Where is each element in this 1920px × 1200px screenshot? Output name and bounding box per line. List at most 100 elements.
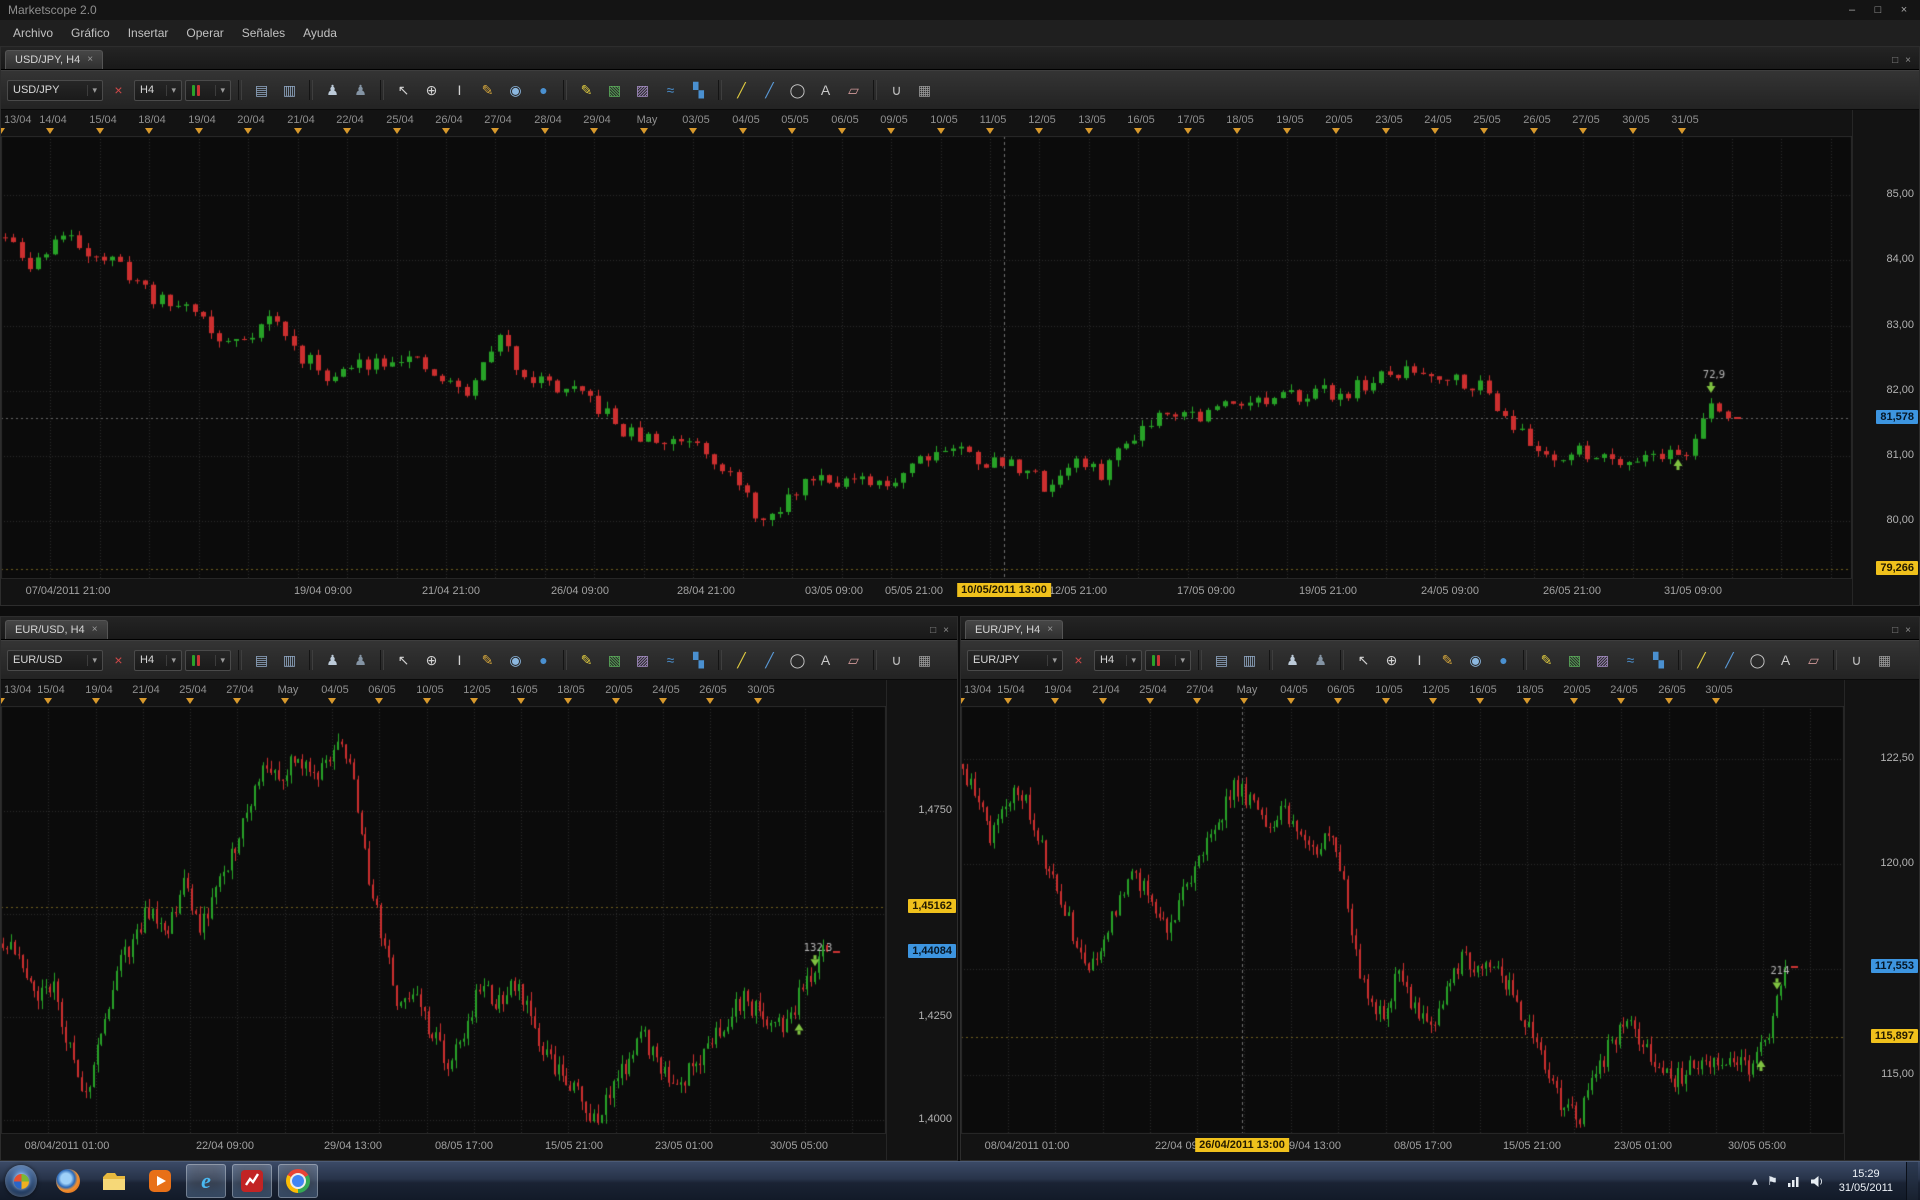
account-icon[interactable]: ♟ [320,78,345,102]
timeframe-select[interactable]: H4▾ [134,650,182,671]
close-button[interactable]: × [1896,4,1912,16]
grid-icon[interactable]: ▦ [912,78,937,102]
note-icon[interactable]: ✎ [475,648,500,672]
crosshair-icon[interactable]: ⊕ [419,78,444,102]
candlestick-plot-eurjpy[interactable] [961,706,1844,1134]
ray-line-icon[interactable]: ╱ [757,648,782,672]
taskbar-explorer-button[interactable] [94,1164,134,1198]
menu-archivo[interactable]: Archivo [4,22,62,44]
pencil-icon[interactable]: ✎ [574,648,599,672]
price-axis[interactable]: 1,47501,42501,40001,440841,45162 [886,680,957,1160]
grid-icon[interactable]: ▦ [1872,648,1897,672]
candlestick-plot-usdjpy[interactable] [1,136,1852,579]
pointer-icon[interactable]: ↖ [1351,648,1376,672]
maximize-button[interactable]: □ [1870,4,1886,16]
text-label-icon[interactable]: A [1773,648,1798,672]
price-axis[interactable]: 122,50120,00115,00117,553115,897 [1844,680,1919,1160]
text-cursor-icon[interactable]: I [447,648,472,672]
eraser-icon[interactable]: ▱ [841,648,866,672]
pencil-icon[interactable]: ✎ [1534,648,1559,672]
globe-icon[interactable]: ● [1491,648,1516,672]
chart-tab-eurjpy[interactable]: EUR/JPY, H4 × [965,620,1063,639]
timeframe-select[interactable]: H4▾ [134,80,182,101]
indicators-icon[interactable]: ≈ [1618,648,1643,672]
trendline-icon[interactable]: ╱ [729,78,754,102]
indicator-chart-icon[interactable]: ▚ [1646,648,1671,672]
snapshot-icon[interactable]: ▧ [602,78,627,102]
ray-line-icon[interactable]: ╱ [1717,648,1742,672]
grid-icon[interactable]: ▦ [912,648,937,672]
globe-icon[interactable]: ● [531,78,556,102]
taskbar-chrome-button[interactable] [278,1164,318,1198]
price-axis[interactable]: 85,0084,0083,0082,0081,0080,0081,57879,2… [1852,110,1919,605]
magnet-icon[interactable]: ∪ [884,648,909,672]
note-icon[interactable]: ✎ [1435,648,1460,672]
menu-operar[interactable]: Operar [177,22,232,44]
magnet-icon[interactable]: ∪ [1844,648,1869,672]
hidden-icons-button[interactable]: ▴ [1752,1174,1758,1188]
window-restore-icon[interactable]: □ [1892,55,1898,66]
network-icon[interactable] [1787,1175,1801,1187]
ellipse-icon[interactable]: ◯ [785,78,810,102]
tab-close-icon[interactable]: × [92,625,98,635]
tab-close-icon[interactable]: × [1047,625,1053,635]
magnet-icon[interactable]: ∪ [884,78,909,102]
symbol-select[interactable]: EUR/JPY▾ [967,650,1063,671]
taskbar-firefox-button[interactable] [48,1164,88,1198]
ray-line-icon[interactable]: ╱ [757,78,782,102]
volume-icon[interactable] [1810,1175,1826,1188]
pointer-icon[interactable]: ↖ [391,648,416,672]
crosshair-icon[interactable]: ⊕ [1379,648,1404,672]
tile-vertical-icon[interactable]: ▥ [277,648,302,672]
menu-insertar[interactable]: Insertar [119,22,178,44]
snapshot-icon[interactable]: ▧ [1562,648,1587,672]
indicator-chart-icon[interactable]: ▚ [686,648,711,672]
taskbar-internet-explorer-button[interactable]: e [186,1164,226,1198]
tile-horizontal-icon[interactable]: ▤ [1209,648,1234,672]
minimize-button[interactable]: – [1844,4,1860,16]
start-button[interactable] [2,1163,40,1199]
indicators-icon[interactable]: ≈ [658,648,683,672]
tile-vertical-icon[interactable]: ▥ [277,78,302,102]
eraser-icon[interactable]: ▱ [841,78,866,102]
clock[interactable]: 15:29 31/05/2011 [1835,1167,1897,1196]
globe-icon[interactable]: ● [531,648,556,672]
tab-close-icon[interactable]: × [87,55,93,65]
candlestick-plot-eurusd[interactable] [1,706,886,1134]
text-cursor-icon[interactable]: I [1407,648,1432,672]
crosshair-icon[interactable]: ⊕ [419,648,444,672]
ellipse-icon[interactable]: ◯ [785,648,810,672]
tile-horizontal-icon[interactable]: ▤ [249,78,274,102]
symbol-select[interactable]: EUR/USD▾ [7,650,103,671]
chart-tab-eurusd[interactable]: EUR/USD, H4 × [5,620,108,639]
chart-type-select[interactable]: ▾ [1145,650,1191,671]
remove-symbol-icon[interactable]: × [106,648,131,672]
eye-icon[interactable]: ◉ [503,648,528,672]
note-icon[interactable]: ✎ [475,78,500,102]
window-restore-icon[interactable]: □ [1892,625,1898,636]
gallery-icon[interactable]: ▨ [630,648,655,672]
show-desktop-button[interactable] [1906,1162,1918,1200]
pointer-icon[interactable]: ↖ [391,78,416,102]
chart-tab-usdjpy[interactable]: USD/JPY, H4 × [5,50,103,69]
text-cursor-icon[interactable]: I [447,78,472,102]
symbol-select[interactable]: USD/JPY▾ [7,80,103,101]
timeframe-select[interactable]: H4▾ [1094,650,1142,671]
text-label-icon[interactable]: A [813,78,838,102]
window-close-icon[interactable]: × [943,625,949,636]
eye-icon[interactable]: ◉ [503,78,528,102]
taskbar-trading-station-button[interactable] [232,1164,272,1198]
trendline-icon[interactable]: ╱ [729,648,754,672]
action-center-flag-icon[interactable]: ⚑ [1767,1174,1778,1188]
account-icon[interactable]: ♟ [1280,648,1305,672]
account-add-icon[interactable]: ♟ [1308,648,1333,672]
window-close-icon[interactable]: × [1905,625,1911,636]
menu-grafico[interactable]: Gráfico [62,22,119,44]
ellipse-icon[interactable]: ◯ [1745,648,1770,672]
tile-vertical-icon[interactable]: ▥ [1237,648,1262,672]
trendline-icon[interactable]: ╱ [1689,648,1714,672]
account-add-icon[interactable]: ♟ [348,78,373,102]
menu-senales[interactable]: Señales [233,22,294,44]
gallery-icon[interactable]: ▨ [1590,648,1615,672]
pencil-icon[interactable]: ✎ [574,78,599,102]
